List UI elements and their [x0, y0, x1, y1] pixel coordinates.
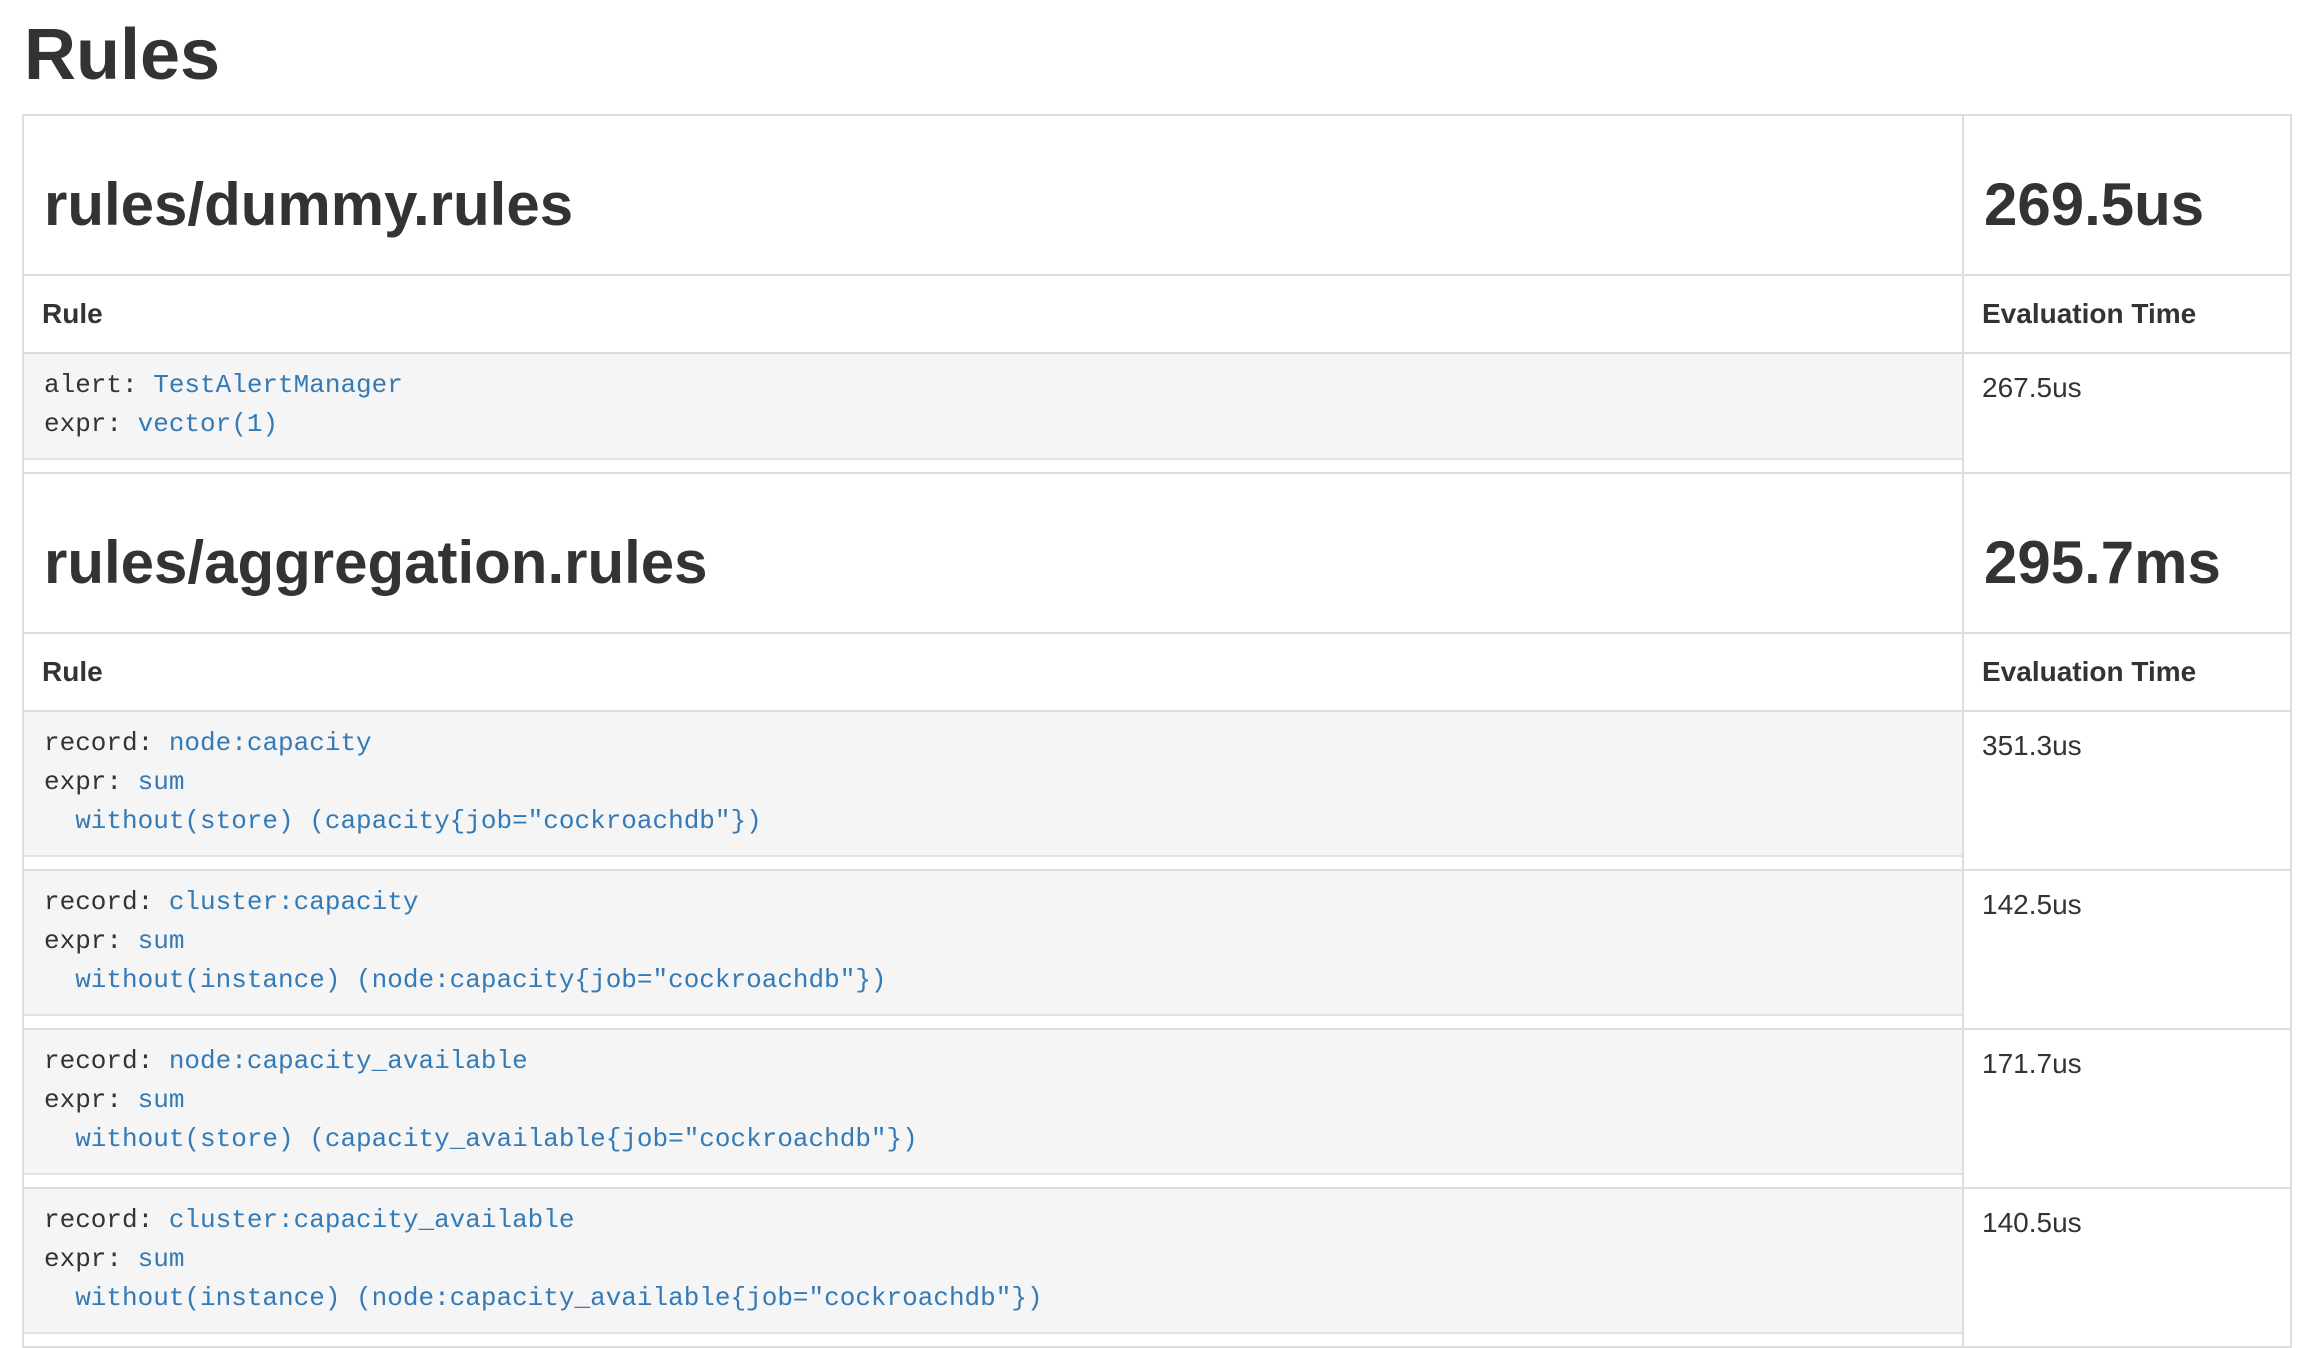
rule-link[interactable]: cluster:capacity	[169, 887, 419, 917]
rule-keyword: record:	[44, 728, 169, 758]
rule-link[interactable]: sum without(store) (capacity_available{j…	[44, 1085, 918, 1154]
rules-table: rules/dummy.rules269.5usRuleEvaluation T…	[22, 114, 2292, 1348]
rule-group-eval-time-cell: 295.7ms	[1963, 473, 2291, 633]
rule-cell: record: node:capacity expr: sum without(…	[23, 711, 1963, 870]
rule-cell: record: cluster:capacity expr: sum witho…	[23, 870, 1963, 1029]
rule-cell: alert: TestAlertManager expr: vector(1)	[23, 353, 1963, 473]
rule-group-file-cell: rules/dummy.rules	[23, 115, 1963, 275]
rule-keyword: expr:	[44, 767, 138, 797]
rule-link[interactable]: sum without(instance) (node:capacity_ava…	[44, 1244, 1043, 1313]
rule-keyword: alert:	[44, 370, 153, 400]
rule-keyword: expr:	[44, 1085, 138, 1115]
rule-keyword: expr:	[44, 1244, 138, 1274]
rule-group-eval-time-cell: 269.5us	[1963, 115, 2291, 275]
rule-group-eval-time: 269.5us	[1984, 172, 2270, 238]
rule-keyword: record:	[44, 1205, 169, 1235]
rule-link[interactable]: sum without(store) (capacity{job="cockro…	[44, 767, 762, 836]
rule-link[interactable]: node:capacity_available	[169, 1046, 528, 1076]
rule-row: record: node:capacity_available expr: su…	[23, 1029, 2291, 1188]
column-header-row: RuleEvaluation Time	[23, 275, 2291, 353]
page-title: Rules	[24, 16, 2292, 94]
rule-link[interactable]: TestAlertManager	[153, 370, 403, 400]
rule-keyword: record:	[44, 1046, 169, 1076]
rule-definition: record: node:capacity_available expr: su…	[24, 1030, 1962, 1175]
rule-group-header-row: rules/dummy.rules 269.5us	[23, 115, 2291, 275]
rule-group-file: rules/dummy.rules	[44, 172, 1942, 238]
rule-group-file: rules/aggregation.rules	[44, 530, 1942, 596]
rule-group-eval-time: 295.7ms	[1984, 530, 2270, 596]
rule-definition: record: cluster:capacity expr: sum witho…	[24, 871, 1962, 1016]
rules-table-body: rules/dummy.rules269.5usRuleEvaluation T…	[23, 115, 2291, 1347]
rule-cell: record: cluster:capacity_available expr:…	[23, 1188, 1963, 1347]
rule-definition: alert: TestAlertManager expr: vector(1)	[24, 354, 1962, 460]
rule-link[interactable]: vector(1)	[138, 409, 278, 439]
rule-keyword: expr:	[44, 926, 138, 956]
rule-eval-time: 142.5us	[1963, 870, 2291, 1029]
rule-group-header-row: rules/aggregation.rules 295.7ms	[23, 473, 2291, 633]
column-header-eval-time: Evaluation Time	[1963, 633, 2291, 711]
rule-eval-time: 351.3us	[1963, 711, 2291, 870]
rule-eval-time: 140.5us	[1963, 1188, 2291, 1347]
rule-keyword: record:	[44, 887, 169, 917]
rule-keyword: expr:	[44, 409, 138, 439]
rule-row: record: node:capacity expr: sum without(…	[23, 711, 2291, 870]
rule-eval-time: 267.5us	[1963, 353, 2291, 473]
rule-link[interactable]: node:capacity	[169, 728, 372, 758]
rule-definition: record: cluster:capacity_available expr:…	[24, 1189, 1962, 1334]
column-header-rule: Rule	[23, 633, 1963, 711]
rule-row: record: cluster:capacity expr: sum witho…	[23, 870, 2291, 1029]
column-header-eval-time: Evaluation Time	[1963, 275, 2291, 353]
rule-link[interactable]: sum without(instance) (node:capacity{job…	[44, 926, 887, 995]
column-header-rule: Rule	[23, 275, 1963, 353]
rule-cell: record: node:capacity_available expr: su…	[23, 1029, 1963, 1188]
rule-row: alert: TestAlertManager expr: vector(1)2…	[23, 353, 2291, 473]
rules-page: Rules rules/dummy.rules269.5usRuleEvalua…	[0, 16, 2316, 1348]
rule-group-file-cell: rules/aggregation.rules	[23, 473, 1963, 633]
rule-eval-time: 171.7us	[1963, 1029, 2291, 1188]
column-header-row: RuleEvaluation Time	[23, 633, 2291, 711]
rule-row: record: cluster:capacity_available expr:…	[23, 1188, 2291, 1347]
rule-link[interactable]: cluster:capacity_available	[169, 1205, 575, 1235]
rule-definition: record: node:capacity expr: sum without(…	[24, 712, 1962, 857]
